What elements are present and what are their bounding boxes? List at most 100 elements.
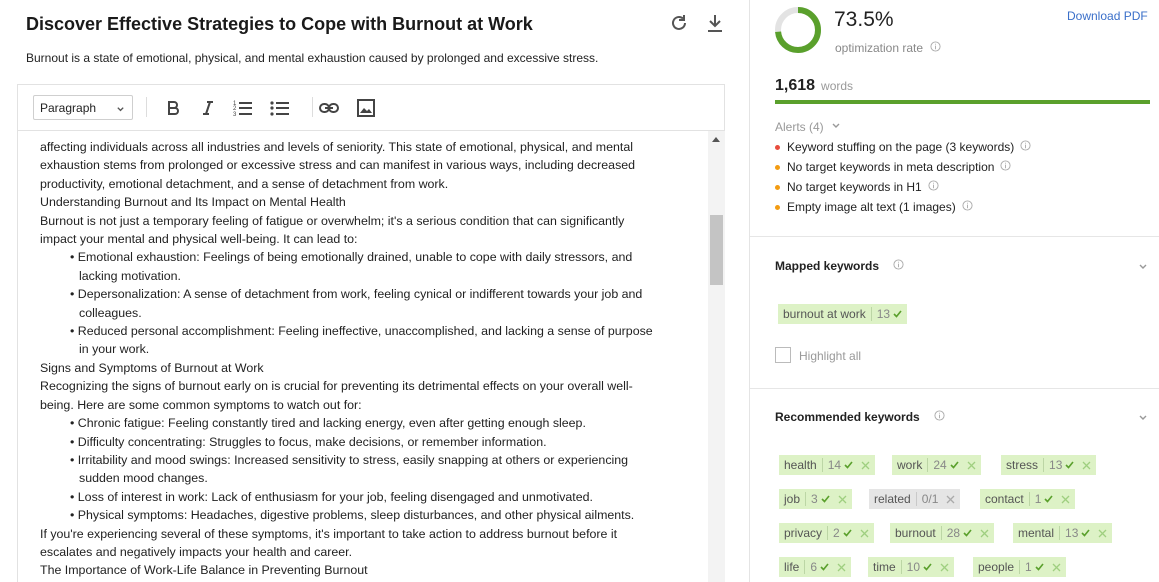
toolbar-divider bbox=[146, 97, 147, 117]
remove-keyword-icon[interactable] bbox=[1052, 563, 1061, 572]
numbered-list-button[interactable]: 123 bbox=[232, 97, 254, 119]
keyword-text: work bbox=[897, 458, 929, 472]
editor-toolbar: Paragraph 123 bbox=[18, 85, 724, 131]
keyword-chip[interactable]: health 14 bbox=[779, 455, 876, 475]
word-count: 1,618 words bbox=[775, 77, 853, 95]
editor-line: Recognizing the signs of burnout early o… bbox=[40, 379, 633, 394]
link-button[interactable] bbox=[318, 97, 340, 119]
check-icon bbox=[1044, 492, 1054, 506]
keyword-chip[interactable]: stress 13 bbox=[1001, 455, 1097, 475]
italic-button[interactable] bbox=[197, 97, 219, 119]
check-icon bbox=[950, 458, 959, 472]
remove-keyword-icon[interactable] bbox=[1098, 529, 1107, 538]
check-icon bbox=[820, 560, 829, 574]
remove-keyword-icon[interactable] bbox=[860, 529, 869, 538]
remove-keyword-icon[interactable] bbox=[838, 495, 847, 504]
mapped-keywords-title: Mapped keywords bbox=[775, 259, 880, 273]
remove-keyword-icon[interactable] bbox=[940, 563, 949, 572]
keyword-chip[interactable]: work 24 bbox=[892, 455, 981, 475]
scrollbar-thumb[interactable] bbox=[710, 215, 723, 285]
keyword-count-value: 24 bbox=[933, 458, 947, 472]
editor-line: • Chronic fatigue: Feeling constantly ti… bbox=[70, 416, 586, 431]
keyword-count-value: 28 bbox=[946, 526, 961, 540]
chevron-down-icon bbox=[116, 103, 125, 117]
info-icon[interactable] bbox=[893, 259, 904, 273]
keyword-text: time bbox=[873, 560, 902, 574]
keyword-chip[interactable]: burnout at work 13 bbox=[778, 304, 908, 324]
keyword-chip[interactable]: burnout 28 bbox=[890, 523, 995, 543]
keyword-text: burnout bbox=[895, 526, 942, 540]
keyword-count: 2 bbox=[828, 526, 852, 540]
keyword-count: 14 bbox=[823, 458, 853, 472]
info-icon[interactable] bbox=[930, 41, 941, 55]
section-divider bbox=[750, 388, 1159, 389]
alert-item: No target keywords in H1 bbox=[775, 180, 939, 194]
image-button[interactable] bbox=[355, 97, 377, 119]
keyword-count-value: 13 bbox=[1049, 458, 1063, 472]
alert-text: No target keywords in H1 bbox=[787, 180, 922, 194]
info-icon[interactable] bbox=[934, 410, 945, 424]
bold-button[interactable] bbox=[162, 97, 184, 119]
keyword-chip[interactable]: life 6 bbox=[779, 557, 852, 577]
keyword-chip[interactable]: time 10 bbox=[868, 557, 955, 577]
editor-line: sudden mood changes. bbox=[79, 471, 208, 486]
keyword-count-value: 1 bbox=[1034, 492, 1042, 506]
editor-line: affecting individuals across all industr… bbox=[40, 140, 633, 154]
keyword-count: 1 bbox=[1020, 560, 1044, 574]
scroll-up-icon[interactable] bbox=[712, 137, 720, 142]
check-icon bbox=[844, 458, 853, 472]
keyword-chip[interactable]: privacy 2 bbox=[779, 523, 874, 543]
optimization-rate: 73.5% bbox=[834, 8, 894, 31]
rich-text-editor: Paragraph 123 affecting individuals acro… bbox=[17, 84, 725, 582]
keyword-text: burnout at work bbox=[783, 307, 872, 321]
editor-scrollbar[interactable] bbox=[708, 131, 725, 582]
bullet-list-button[interactable] bbox=[269, 97, 291, 119]
keyword-chip[interactable]: mental 13 bbox=[1013, 523, 1113, 543]
alert-text: Empty image alt text (1 images) bbox=[787, 200, 956, 214]
refresh-icon[interactable] bbox=[668, 12, 690, 34]
chevron-down-icon[interactable] bbox=[1138, 410, 1148, 428]
info-icon[interactable] bbox=[962, 200, 973, 214]
keyword-chip[interactable]: related 0/1 bbox=[869, 489, 961, 509]
keyword-chip[interactable]: contact 1 bbox=[980, 489, 1076, 509]
info-icon[interactable] bbox=[1000, 160, 1011, 174]
top-actions bbox=[668, 12, 726, 34]
keyword-chip[interactable]: job 3 bbox=[779, 489, 852, 509]
alerts-toggle[interactable]: Alerts (4) bbox=[775, 120, 841, 134]
editor-line: exhaustion stems from prolonged or exces… bbox=[40, 158, 636, 173]
download-pdf-link[interactable]: Download PDF bbox=[1067, 9, 1148, 23]
keyword-text: job bbox=[784, 492, 807, 506]
meta-description[interactable]: Burnout is a state of emotional, physica… bbox=[26, 51, 598, 65]
check-icon bbox=[1081, 526, 1091, 540]
remove-keyword-icon[interactable] bbox=[980, 529, 989, 538]
editor-line: If you're experiencing several of these … bbox=[40, 526, 618, 541]
remove-keyword-icon[interactable] bbox=[1082, 461, 1091, 470]
keyword-count: 24 bbox=[928, 458, 959, 472]
remove-keyword-icon[interactable] bbox=[967, 461, 976, 470]
info-icon[interactable] bbox=[1020, 140, 1031, 154]
check-icon bbox=[843, 526, 852, 540]
page-title[interactable]: Discover Effective Strategies to Cope wi… bbox=[26, 14, 533, 35]
remove-keyword-icon[interactable] bbox=[837, 563, 846, 572]
remove-keyword-icon[interactable] bbox=[861, 461, 870, 470]
keyword-text: contact bbox=[985, 492, 1030, 506]
alert-text: No target keywords in meta description bbox=[787, 160, 995, 174]
info-icon[interactable] bbox=[928, 180, 939, 194]
keyword-count: 13 bbox=[1060, 526, 1091, 540]
remove-keyword-icon[interactable] bbox=[946, 495, 955, 504]
chevron-down-icon[interactable] bbox=[1138, 259, 1148, 277]
alert-text: Keyword stuffing on the page (3 keywords… bbox=[787, 140, 1015, 154]
keyword-count-value: 10 bbox=[906, 560, 921, 574]
check-icon bbox=[893, 307, 902, 321]
remove-keyword-icon[interactable] bbox=[1061, 495, 1070, 504]
alert-item: No target keywords in meta description bbox=[775, 160, 1011, 174]
keyword-chip[interactable]: people 1 bbox=[973, 557, 1066, 577]
highlight-all-checkbox[interactable] bbox=[775, 347, 791, 363]
keyword-text: mental bbox=[1018, 526, 1061, 540]
editor-content[interactable]: affecting individuals across all industr… bbox=[18, 131, 708, 582]
alert-dot-icon bbox=[775, 164, 780, 170]
block-format-select[interactable]: Paragraph bbox=[33, 95, 133, 120]
keyword-count-value: 14 bbox=[827, 458, 842, 472]
keyword-text: health bbox=[784, 458, 823, 472]
download-icon[interactable] bbox=[704, 12, 726, 34]
